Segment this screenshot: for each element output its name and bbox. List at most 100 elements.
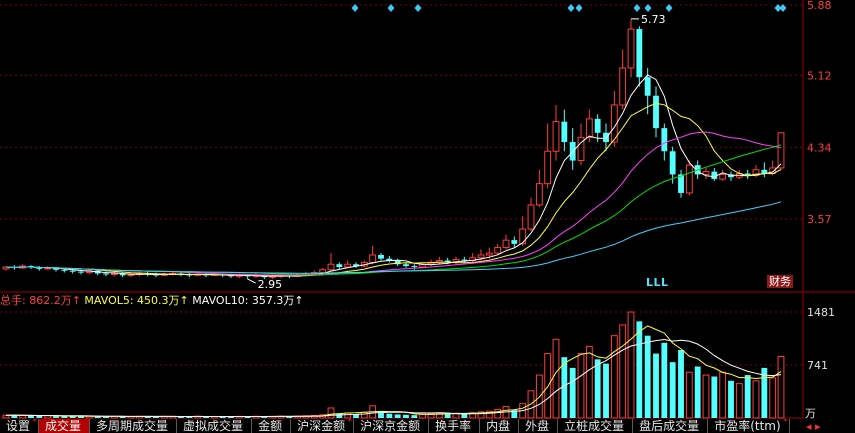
- tab-0[interactable]: 设置 *: [0, 419, 40, 433]
- volume-bar: [728, 380, 734, 418]
- event-marker-icon: [567, 4, 575, 12]
- tab-label: 多周期成交量: [96, 419, 169, 433]
- volume-bar: [494, 408, 502, 419]
- volume-bar: [461, 413, 468, 418]
- volume-bar: [678, 350, 684, 418]
- tab-mark: *: [783, 419, 788, 427]
- candle-body: [319, 269, 327, 274]
- candle-body: [636, 29, 643, 78]
- tab-1[interactable]: 成交量: [39, 419, 91, 433]
- candle-body: [369, 254, 377, 263]
- tab-7[interactable]: 换手率: [429, 419, 481, 433]
- price-tick-label: 4.34: [807, 142, 832, 155]
- indicator-tabs: 设置 * 成交量 多周期成交量 虚拟成交量 金额 沪深金额 * 沪深京金额 换手率 内盘 外盘 立桩成交…: [0, 419, 800, 433]
- candle-body: [103, 273, 109, 275]
- volume-bar: [28, 415, 34, 418]
- volume-bar: [744, 375, 751, 418]
- tab-9[interactable]: 外盘: [519, 419, 559, 433]
- price-tick-label: 5.12: [807, 69, 832, 82]
- candle-body: [378, 254, 384, 259]
- tab-mark: *: [32, 419, 38, 427]
- candle-body: [336, 264, 343, 268]
- volume-bar: [594, 359, 601, 418]
- volume-tick-label: 1481: [807, 306, 835, 319]
- tab-11[interactable]: 盘后成交量: [633, 419, 709, 433]
- candle-body: [535, 183, 543, 206]
- tab-3[interactable]: 虚拟成交量: [177, 419, 253, 433]
- event-marker-icon: [633, 4, 641, 12]
- tab-6[interactable]: 沪深京金额: [354, 419, 430, 433]
- finance-marker[interactable]: 财务: [767, 275, 793, 288]
- volume-bar: [336, 413, 343, 418]
- candle-body: [511, 240, 518, 244]
- candle-body: [702, 171, 710, 175]
- volume-bar: [627, 311, 635, 419]
- volume-bar: [769, 377, 777, 419]
- volume-bar: [360, 411, 368, 419]
- price-tick-label: 3.57: [807, 213, 832, 226]
- candle-body: [585, 118, 593, 138]
- volume-bar: [344, 412, 352, 419]
- tab-10[interactable]: 立桩成交量: [558, 419, 634, 433]
- tab-label: 设置: [6, 419, 31, 433]
- volume-bar: [636, 321, 643, 418]
- tab-12[interactable]: 市盈率(ttm) *: [708, 419, 790, 433]
- tab-label: 沪深金额: [297, 419, 346, 433]
- volume-legend: 总手: 862.2万↑ MAVOL5: 450.3万↑ MAVOL10: 357…: [0, 293, 304, 309]
- tab-label: 成交量: [45, 419, 82, 433]
- high-label: 5.73: [641, 13, 666, 26]
- tab-mark: *: [347, 419, 353, 427]
- candle-body: [653, 95, 659, 129]
- volume-bar: [577, 353, 585, 419]
- volume-bar: [685, 371, 693, 419]
- ma30-line: [5, 144, 782, 275]
- legend-mavol5: MAVOL5: 450.3万↑: [84, 294, 189, 307]
- tab-5[interactable]: 沪深金额 *: [291, 419, 355, 433]
- candle-body: [69, 270, 76, 272]
- tab-label: 市盈率(ttm): [714, 419, 781, 433]
- volume-bar: [653, 353, 659, 418]
- event-marker-icon: [387, 4, 395, 12]
- volume-bar: [411, 415, 418, 418]
- tab-label: 内盘: [486, 419, 511, 433]
- candle-body: [719, 173, 727, 180]
- candle-body: [494, 247, 502, 254]
- volume-unit: 万: [805, 407, 816, 420]
- volume-bar: [569, 367, 576, 418]
- tab-2[interactable]: 多周期成交量: [90, 419, 178, 433]
- candle-body: [594, 118, 601, 133]
- volume-bar: [619, 324, 627, 419]
- volume-bar: [78, 416, 84, 418]
- volume-bar: [353, 414, 359, 418]
- candle-body: [78, 271, 84, 273]
- candle-body: [502, 239, 510, 249]
- tab-label: 沪深京金额: [360, 419, 421, 433]
- volume-bar: [552, 338, 560, 419]
- candle-body: [544, 150, 552, 185]
- candle-body: [411, 266, 418, 268]
- candle-body: [619, 67, 627, 106]
- low-pointer: [247, 278, 256, 284]
- tab-label: 盘后成交量: [639, 419, 700, 433]
- candle-body: [327, 263, 335, 271]
- tab-label: 换手率: [435, 419, 472, 433]
- candle-body: [477, 254, 485, 259]
- tab-scroll-arrows[interactable]: ◂ ▸: [806, 420, 821, 433]
- candle-body: [552, 121, 560, 152]
- kline-chart[interactable]: 5.88 5.12 4.34 3.57 1481 741 5.73 2.95: [0, 0, 855, 433]
- candle-body: [685, 164, 693, 194]
- volume-bar: [661, 342, 668, 418]
- candle-body: [669, 151, 676, 175]
- tab-8[interactable]: 内盘: [480, 419, 520, 433]
- volume-bar: [53, 416, 59, 418]
- legend-mavol10: MAVOL10: 357.3万↑: [192, 294, 304, 307]
- volume-bar: [403, 414, 409, 418]
- legend-total: 总手: 862.2万↑: [0, 294, 81, 307]
- candle-body: [661, 128, 668, 152]
- candle-body: [519, 228, 527, 245]
- tab-label: 虚拟成交量: [183, 419, 244, 433]
- tab-4[interactable]: 金额: [252, 419, 292, 433]
- volume-bar: [777, 355, 785, 419]
- volume-bar: [327, 407, 335, 419]
- volume-bar: [702, 374, 710, 419]
